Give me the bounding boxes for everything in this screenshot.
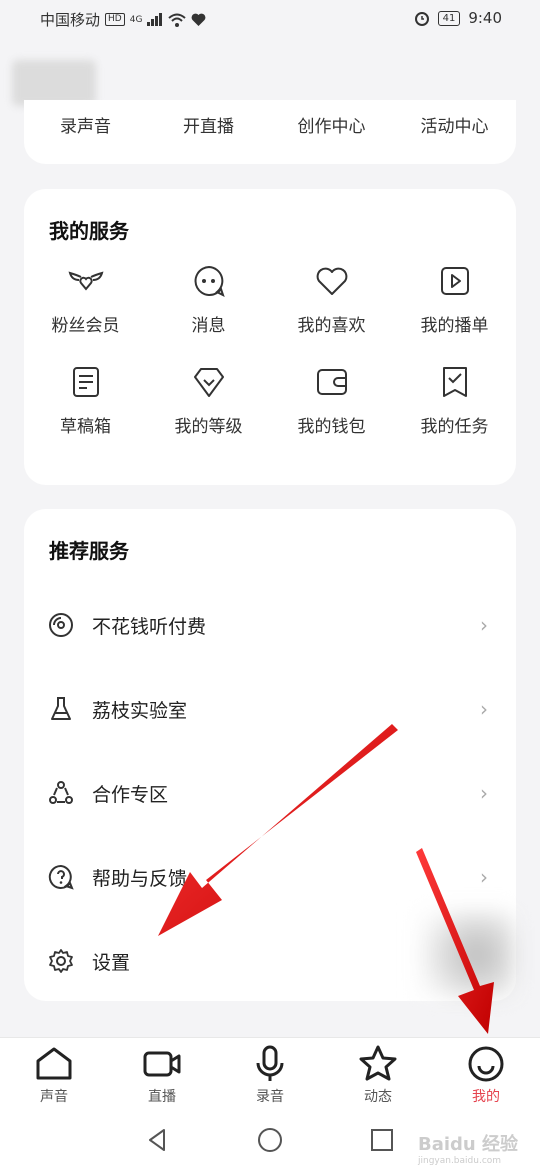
draft-icon [72,367,99,397]
health-heart-icon [192,13,206,26]
shortcut-card: 录声音 开直播 创作中心 活动中心 [24,100,516,164]
shortcut-creator-center[interactable]: 创作中心 [270,112,393,137]
chevron-right-icon: › [480,613,488,637]
video-camera-icon [143,1051,181,1077]
service-label: 我的钱包 [297,417,366,437]
tab-label: 我的 [472,1089,500,1105]
service-label: 消息 [191,316,226,336]
shortcut-record[interactable]: 录声音 [24,112,147,137]
battery-indicator: 41 [437,10,461,26]
service-label: 我的喜欢 [297,316,366,336]
service-label: 我的任务 [420,417,489,437]
diamond-icon [193,368,224,397]
tab-label: 声音 [40,1089,68,1105]
disc-icon [49,613,73,637]
task-icon [442,367,467,397]
service-label: 粉丝会员 [51,316,120,336]
tab-live[interactable]: 直播 [108,1044,216,1106]
service-my-playlist[interactable]: 我的播单 [393,263,516,336]
section-title: 推荐服务 [49,539,129,563]
signal-icon [147,13,163,26]
shortcut-activity-center[interactable]: 活动中心 [393,112,516,137]
list-item-free-paid-listening[interactable]: 不花钱听付费 › [24,583,516,667]
back-icon[interactable] [142,1124,174,1156]
section-title: 我的服务 [49,219,129,243]
help-icon [48,864,74,890]
home-circle-icon[interactable] [254,1124,286,1156]
wings-heart-icon [68,271,103,291]
list-item-cooperation[interactable]: 合作专区 › [24,751,516,835]
microphone-icon [256,1045,284,1081]
status-bar: 中国移动 HD 4G 41 9:40 [0,0,540,38]
home-icon [36,1047,72,1080]
tab-feed[interactable]: 动态 [324,1044,432,1106]
service-fan-membership[interactable]: 粉丝会员 [24,263,147,336]
cooperate-icon [49,781,73,804]
service-messages[interactable]: 消息 [147,263,270,336]
network-label: 4G [129,14,143,25]
my-services-card: 我的服务 粉丝会员 消息 我的喜欢 我的播单 草稿箱 我的等级 我的钱包 我的任… [24,189,516,485]
tab-record[interactable]: 录音 [216,1044,324,1106]
service-my-likes[interactable]: 我的喜欢 [270,263,393,336]
star-icon [359,1045,397,1081]
service-label: 我的播单 [420,316,489,336]
service-my-tasks[interactable]: 我的任务 [393,364,516,437]
hd-badge: HD [105,13,125,26]
tab-label: 直播 [148,1089,176,1105]
chevron-right-icon: › [480,697,488,721]
tab-mine[interactable]: 我的 [432,1044,540,1106]
list-item-label: 不花钱听付费 [92,615,207,638]
chat-bubble-icon [194,265,225,297]
shortcut-live[interactable]: 开直播 [147,112,270,137]
service-label: 草稿箱 [60,417,111,437]
heart-icon [316,267,347,295]
profile-icon [468,1046,504,1082]
tab-label: 录音 [256,1089,284,1105]
chevron-right-icon: › [480,781,488,805]
service-drafts[interactable]: 草稿箱 [24,364,147,437]
watermark: Baidu 经验 jingyan.baidu.com [418,1130,518,1166]
wifi-icon [168,13,187,27]
flask-icon [51,697,71,720]
list-item-help-feedback[interactable]: 帮助与反馈 › [24,835,516,919]
clock: 9:40 [468,9,502,27]
tab-label: 动态 [364,1089,392,1105]
list-item-label: 设置 [92,951,131,974]
tab-sound[interactable]: 声音 [0,1044,108,1106]
list-item-label: 荔枝实验室 [92,699,188,722]
service-my-level[interactable]: 我的等级 [147,364,270,437]
recents-icon[interactable] [366,1124,398,1156]
list-item-lab[interactable]: 荔枝实验室 › [24,667,516,751]
bottom-tab-bar: 声音 直播 录音 动态 我的 Baidu 经验 jingyan.baidu.co… [0,1037,540,1171]
list-item-label: 帮助与反馈 [92,867,188,890]
list-item-label: 合作专区 [92,783,169,806]
wallet-icon [316,369,347,395]
alarm-icon [414,12,429,26]
service-label: 我的等级 [174,417,243,437]
carrier-label: 中国移动 [40,11,101,29]
chevron-right-icon: › [480,865,488,889]
watermark-subtext: jingyan.baidu.com [417,1156,502,1166]
watermark-text: Baidu 经验 [417,1134,518,1155]
service-my-wallet[interactable]: 我的钱包 [270,364,393,437]
playlist-icon [440,267,469,295]
gear-icon [49,949,73,973]
blurred-region [418,912,516,998]
